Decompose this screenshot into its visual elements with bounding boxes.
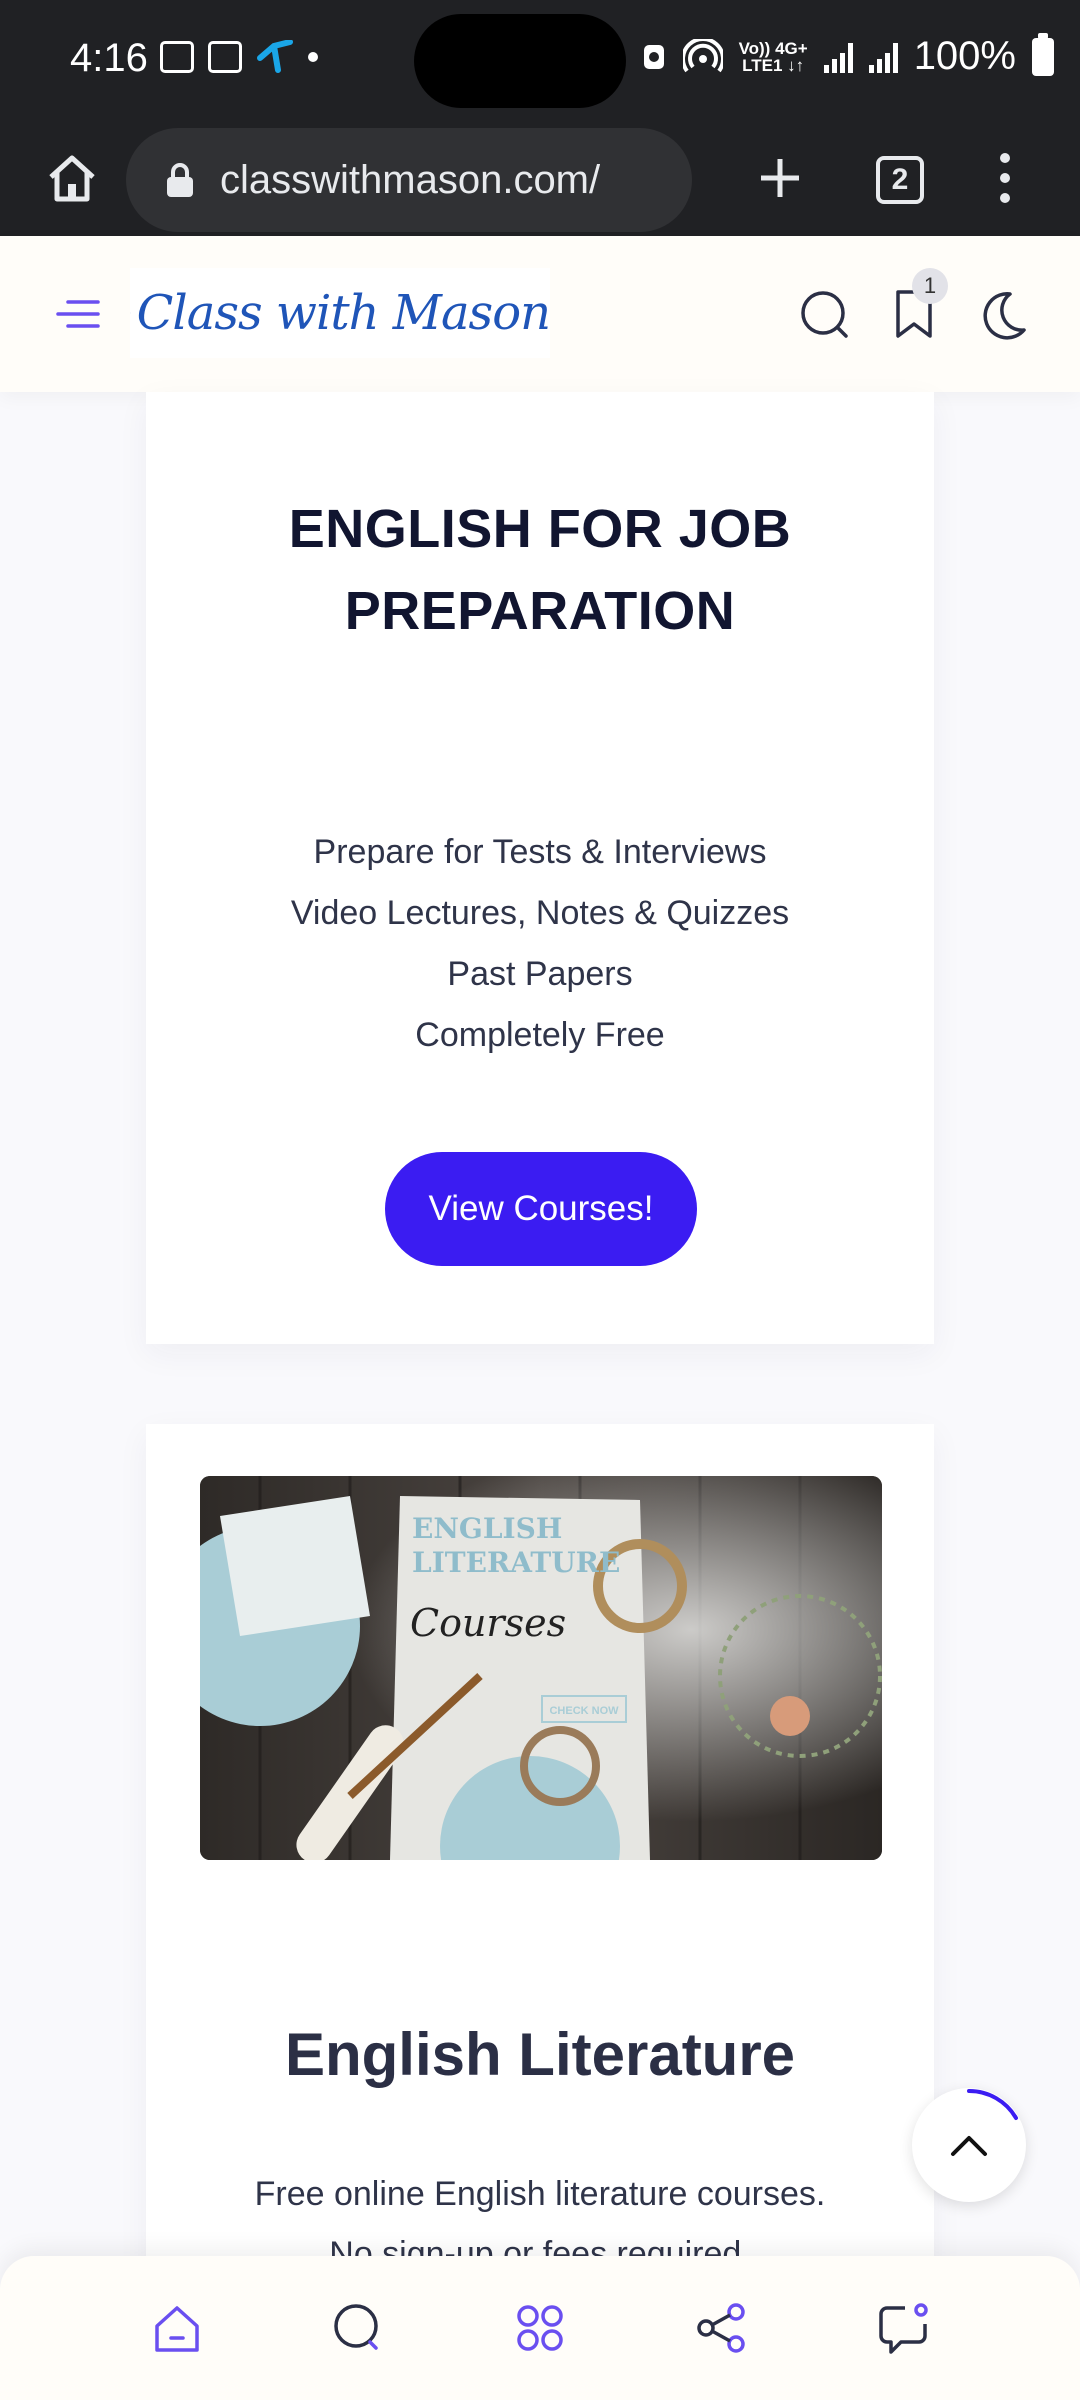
dot <box>1000 153 1010 163</box>
scroll-to-top-button[interactable] <box>912 2088 1026 2202</box>
search-icon[interactable] <box>798 288 852 342</box>
literature-banner-illustration: ENGLISH LITERATURE Courses CHECK NOW <box>200 1476 882 1860</box>
literature-course-image[interactable]: ENGLISH LITERATURE Courses CHECK NOW <box>200 1476 882 1860</box>
share-icon <box>696 2303 745 2353</box>
bottom-navigation <box>0 2256 1080 2400</box>
home-icon <box>155 2306 199 2352</box>
plus-icon <box>761 159 799 197</box>
feature-item: Completely Free <box>415 1016 665 1054</box>
dot <box>1000 193 1010 203</box>
lock-icon <box>167 163 193 197</box>
gallery-icon <box>160 41 194 73</box>
status-bar: 4:16 Vo)) 4G+ LTE1 ↓↑ 100% <box>0 0 1080 118</box>
job-prep-title: ENGLISH FOR JOB PREPARATION <box>146 488 934 652</box>
feature-item: Video Lectures, Notes & Quizzes <box>290 894 790 932</box>
nav-share[interactable] <box>692 2298 752 2358</box>
site-header: Class with Mason <box>0 236 1080 392</box>
image-check-now: CHECK NOW <box>549 1705 619 1717</box>
new-tab-button[interactable] <box>740 138 820 218</box>
literature-card: ENGLISH LITERATURE Courses CHECK NOW Eng… <box>146 1424 934 2400</box>
literature-title: English Literature <box>284 2021 796 2088</box>
nav-home[interactable] <box>147 2298 207 2358</box>
image-heading-2: LITERATURE <box>412 1546 620 1579</box>
battery-percent: 100% <box>913 34 1016 78</box>
apps-icon <box>517 2305 563 2351</box>
home-button[interactable] <box>32 138 112 218</box>
address-bar[interactable]: classwithmason.com/ <box>126 128 692 232</box>
dark-mode-icon[interactable] <box>976 288 1030 342</box>
battery-icon <box>1032 32 1054 76</box>
view-courses-button[interactable]: View Courses! <box>385 1152 697 1266</box>
more-menu-button[interactable] <box>990 138 1020 218</box>
title-line: PREPARATION <box>344 581 736 641</box>
system-icons: Vo)) 4G+ LTE1 ↓↑ 100% <box>641 32 1054 79</box>
home-icon <box>49 155 95 202</box>
menu-icon[interactable] <box>54 294 102 334</box>
signal-2-icon <box>868 41 898 73</box>
site-logo[interactable]: Class with Mason <box>130 268 551 358</box>
notification-icons <box>160 40 318 74</box>
carrier-icon <box>257 40 293 73</box>
feature-list: Prepare for Tests & Interviews Video Lec… <box>146 822 934 1066</box>
nav-search[interactable] <box>328 2298 388 2358</box>
bookmark-count-badge: 1 <box>912 268 948 304</box>
image-script: Courses <box>410 1601 566 1645</box>
tab-switcher-button[interactable]: 2 <box>876 156 924 204</box>
chat-icon <box>879 2303 928 2354</box>
nav-categories[interactable] <box>510 2298 570 2358</box>
logo-text: Class with Mason <box>136 285 551 341</box>
feature-item: Prepare for Tests & Interviews <box>313 833 767 871</box>
alarm-icon <box>643 44 664 69</box>
head-logo-icon <box>130 312 131 314</box>
nav-chat[interactable] <box>873 2298 933 2358</box>
image-heading-1: ENGLISH <box>412 1512 562 1545</box>
more-notifications-icon <box>308 52 318 62</box>
status-time: 4:16 <box>70 36 148 80</box>
feature-item: Past Papers <box>447 955 633 993</box>
camera-cutout <box>414 14 626 108</box>
title-line: ENGLISH FOR JOB <box>288 499 792 559</box>
job-prep-card: ENGLISH FOR JOB PREPARATION Prepare for … <box>146 392 934 1344</box>
card-icon <box>208 41 242 73</box>
scroll-progress-ring <box>967 2088 1018 2120</box>
url-text: classwithmason.com/ <box>220 157 601 202</box>
network-type: Vo)) 4G+ LTE1 ↓↑ <box>738 38 808 75</box>
desc-line: Free online English literature courses. <box>254 2175 826 2213</box>
dot <box>1000 173 1010 183</box>
signal-1-icon <box>823 41 853 73</box>
hotspot-icon <box>682 38 723 72</box>
search-icon <box>334 2304 379 2350</box>
browser-toolbar: classwithmason.com/ 2 <box>0 118 1080 236</box>
